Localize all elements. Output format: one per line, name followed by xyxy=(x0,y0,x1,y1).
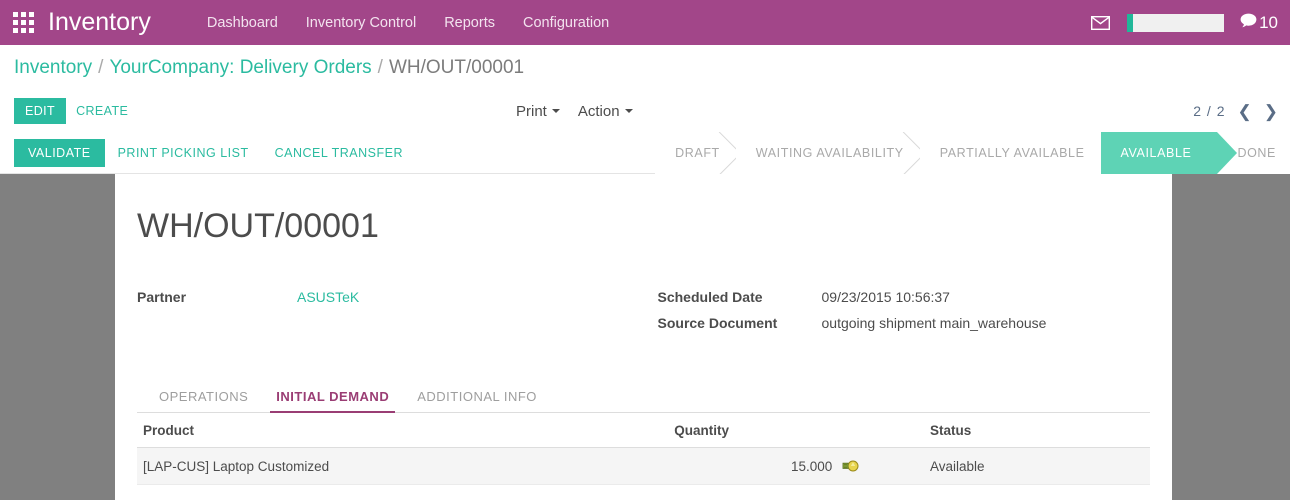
cell-product: [LAP-CUS] Laptop Customized xyxy=(137,448,674,485)
create-button[interactable]: CREATE xyxy=(66,98,138,124)
validate-button[interactable]: VALIDATE xyxy=(14,139,105,167)
main-menu: Dashboard Inventory Control Reports Conf… xyxy=(207,15,609,31)
scrap-products-icon[interactable] xyxy=(842,458,859,474)
table-row-empty[interactable] xyxy=(137,485,1150,500)
edit-button[interactable]: EDIT xyxy=(14,98,66,124)
top-navbar: Inventory Dashboard Inventory Control Re… xyxy=(0,0,1290,45)
status-pipeline: DRAFT WAITING AVAILABILITY PARTIALLY AVA… xyxy=(655,132,1290,174)
cell-quantity: 15.000 xyxy=(674,448,930,485)
tab-initial-demand[interactable]: INITIAL DEMAND xyxy=(262,385,403,412)
workflow-bar: VALIDATE PRINT PICKING LIST CANCEL TRANS… xyxy=(0,132,1290,174)
app-brand-title[interactable]: Inventory xyxy=(48,8,151,37)
print-picking-list-button[interactable]: PRINT PICKING LIST xyxy=(105,139,262,167)
breadcrumb-item-current: WH/OUT/00001 xyxy=(389,57,524,79)
field-label-scheduled-date: Scheduled Date xyxy=(658,289,822,305)
field-scheduled-date: Scheduled Date 09/23/2015 10:56:37 xyxy=(658,289,1151,305)
table-header: Product Quantity Status xyxy=(137,413,1150,448)
notebook: OPERATIONS INITIAL DEMAND ADDITIONAL INF… xyxy=(137,385,1150,500)
menu-item-inventory-control[interactable]: Inventory Control xyxy=(306,15,416,31)
apps-grid-icon[interactable] xyxy=(10,12,36,34)
print-label: Print xyxy=(516,103,547,120)
move-lines-table: Product Quantity Status [LAP-CUS] Laptop… xyxy=(137,413,1150,500)
column-header-product[interactable]: Product xyxy=(137,413,674,448)
control-panel: EDIT CREATE Print Action 2 / 2 ❮ ❯ xyxy=(0,90,1290,132)
tab-additional-info[interactable]: ADDITIONAL INFO xyxy=(403,385,551,412)
envelope-icon[interactable] xyxy=(1083,0,1117,45)
cell-status-empty xyxy=(930,485,1150,500)
status-stage-draft[interactable]: DRAFT xyxy=(655,132,736,174)
status-stage-label: DRAFT xyxy=(675,146,720,160)
pager-value: 2 / 2 xyxy=(1193,103,1225,119)
user-menu[interactable] xyxy=(1127,14,1224,32)
quantity-value: 15.000 xyxy=(674,459,842,474)
field-value-scheduled-date: 09/23/2015 10:56:37 xyxy=(822,289,950,305)
field-value-partner[interactable]: ASUSTeK xyxy=(297,289,359,305)
status-stage-waiting-availability[interactable]: WAITING AVAILABILITY xyxy=(736,132,920,174)
topbar-right-group: 10 xyxy=(1083,0,1282,45)
status-stage-available[interactable]: AVAILABLE xyxy=(1101,132,1218,174)
field-source-document: Source Document outgoing shipment main_w… xyxy=(658,315,1151,331)
field-label-partner: Partner xyxy=(137,289,297,305)
table-header-row: Product Quantity Status xyxy=(137,413,1150,448)
form-fields: Partner ASUSTeK Scheduled Date 09/23/201… xyxy=(137,289,1150,341)
cancel-transfer-button[interactable]: CANCEL TRANSFER xyxy=(262,139,416,167)
breadcrumb: Inventory / YourCompany: Delivery Orders… xyxy=(0,45,1290,90)
chevron-down-icon xyxy=(625,109,633,113)
form-sheet: WH/OUT/00001 Partner ASUSTeK Scheduled D… xyxy=(115,174,1172,500)
print-action-group: Print Action xyxy=(516,103,633,120)
chevron-right-icon[interactable]: ❯ xyxy=(1264,103,1278,120)
breadcrumb-item-delivery-orders[interactable]: YourCompany: Delivery Orders xyxy=(109,57,371,79)
cell-status: Available xyxy=(930,448,1150,485)
chat-bubble-icon xyxy=(1240,13,1257,33)
status-stage-label: PARTIALLY AVAILABLE xyxy=(940,146,1085,160)
tab-operations[interactable]: OPERATIONS xyxy=(145,385,262,412)
form-column-left: Partner ASUSTeK xyxy=(137,289,644,341)
user-name-label xyxy=(1133,14,1224,32)
page-background: WH/OUT/00001 Partner ASUSTeK Scheduled D… xyxy=(0,174,1290,500)
pager: 2 / 2 ❮ ❯ xyxy=(1193,103,1278,120)
cell-product-empty xyxy=(137,485,674,500)
menu-item-dashboard[interactable]: Dashboard xyxy=(207,15,278,31)
page-title: WH/OUT/00001 xyxy=(137,208,1150,245)
chevron-down-icon xyxy=(552,109,560,113)
action-dropdown[interactable]: Action xyxy=(578,103,633,120)
status-stage-label: WAITING AVAILABILITY xyxy=(756,146,904,160)
messages-count: 10 xyxy=(1259,13,1278,33)
cell-quantity-empty xyxy=(674,485,930,500)
field-label-source-document: Source Document xyxy=(658,315,822,331)
messages-counter[interactable]: 10 xyxy=(1240,13,1282,33)
field-partner: Partner ASUSTeK xyxy=(137,289,644,305)
column-header-quantity[interactable]: Quantity xyxy=(674,413,930,448)
print-dropdown[interactable]: Print xyxy=(516,103,560,120)
breadcrumb-separator: / xyxy=(98,57,103,79)
breadcrumb-item-inventory[interactable]: Inventory xyxy=(14,57,92,79)
menu-item-configuration[interactable]: Configuration xyxy=(523,15,609,31)
status-stage-label: AVAILABLE xyxy=(1121,146,1192,160)
form-column-right: Scheduled Date 09/23/2015 10:56:37 Sourc… xyxy=(644,289,1151,341)
field-value-source-document: outgoing shipment main_warehouse xyxy=(822,315,1047,331)
breadcrumb-separator: / xyxy=(378,57,383,79)
action-label: Action xyxy=(578,103,620,120)
column-header-status[interactable]: Status xyxy=(930,413,1150,448)
notebook-tabs: OPERATIONS INITIAL DEMAND ADDITIONAL INF… xyxy=(137,385,1150,413)
status-stage-label: DONE xyxy=(1237,146,1276,160)
menu-item-reports[interactable]: Reports xyxy=(444,15,495,31)
chevron-left-icon[interactable]: ❮ xyxy=(1238,103,1252,120)
table-body: [LAP-CUS] Laptop Customized 15.000 xyxy=(137,448,1150,500)
status-stage-partially-available[interactable]: PARTIALLY AVAILABLE xyxy=(920,132,1101,174)
table-row[interactable]: [LAP-CUS] Laptop Customized 15.000 xyxy=(137,448,1150,485)
